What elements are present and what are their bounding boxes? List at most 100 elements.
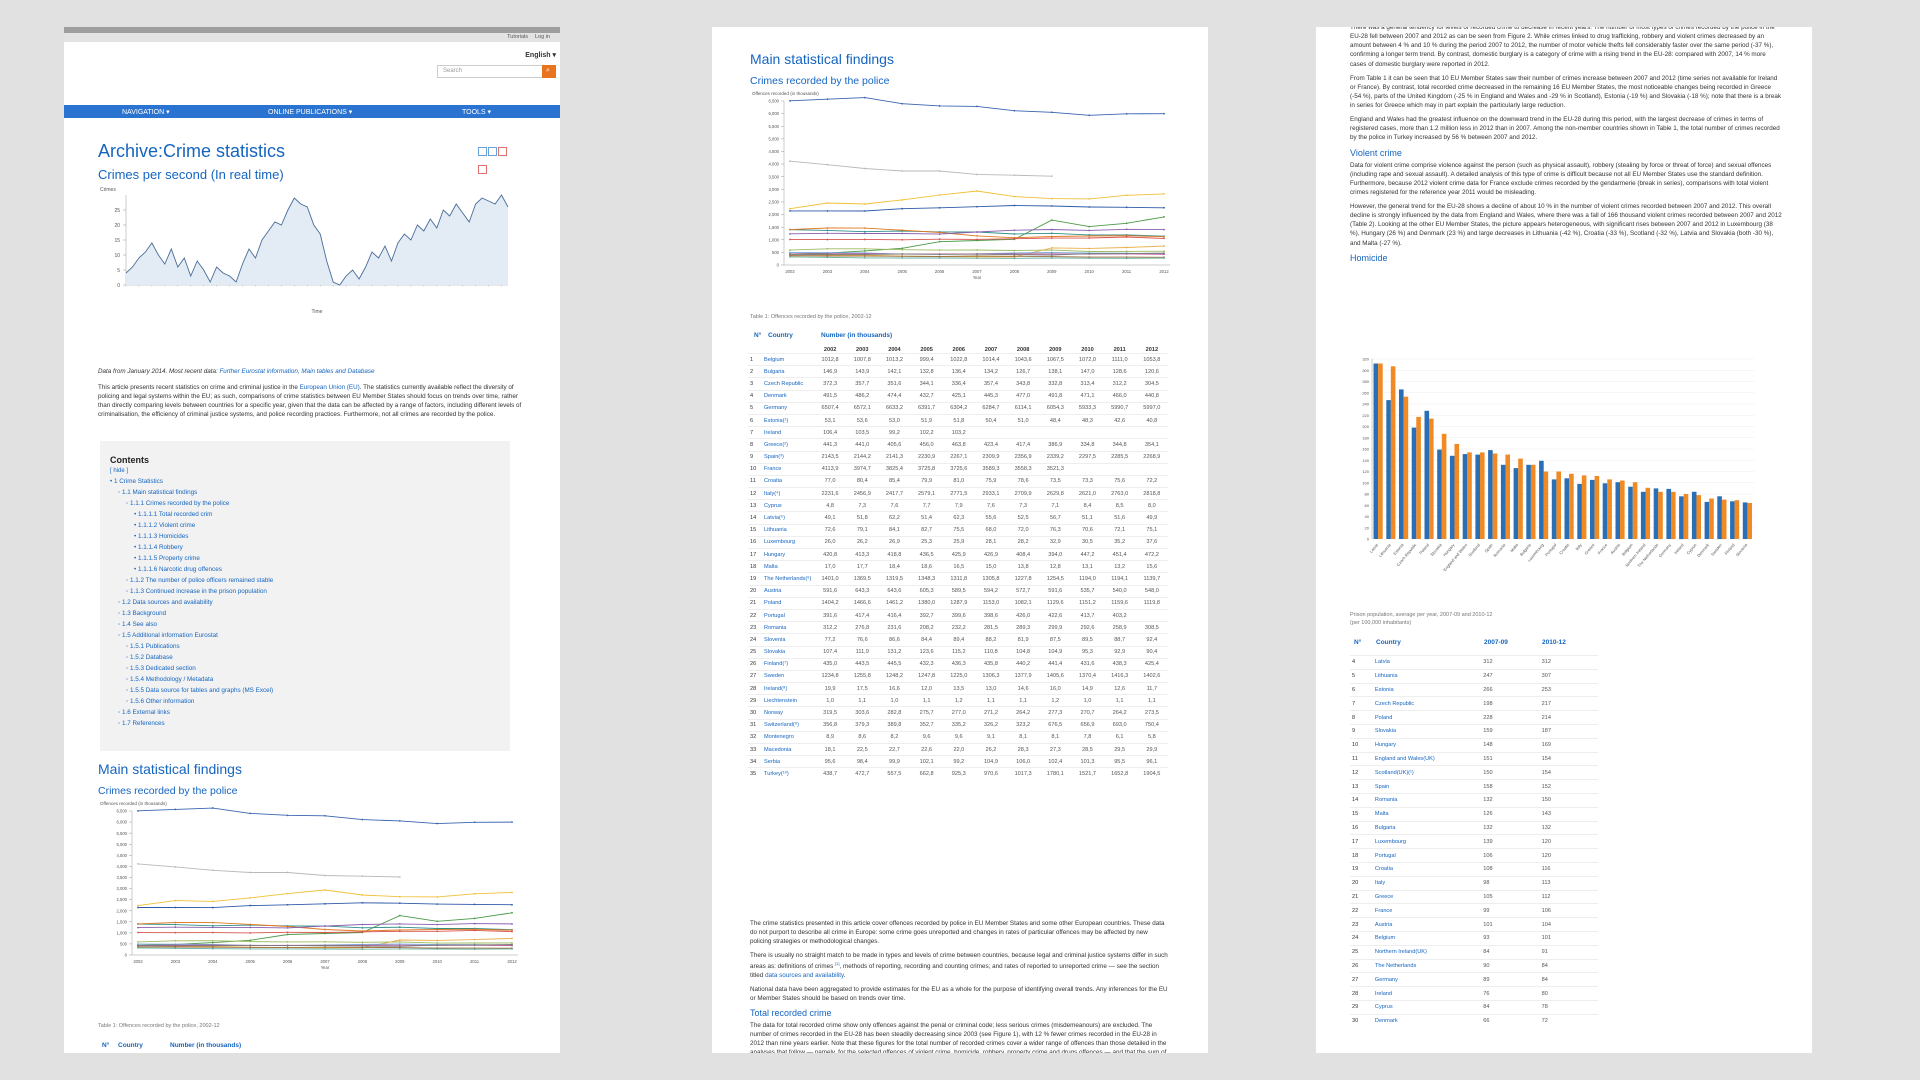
offences-point — [976, 253, 978, 256]
data-sources-link[interactable]: data sources and availability — [765, 972, 844, 979]
value-cell: 6,1 — [1115, 734, 1124, 741]
offences-xtick-label: 2009 — [1047, 269, 1057, 274]
offences-xtick-label: 2005 — [246, 959, 256, 964]
contents-item[interactable]: ◦ 1.6 External links — [110, 707, 273, 718]
row-number: 15 — [750, 527, 757, 534]
search-button[interactable]: ⌕ — [542, 65, 556, 78]
search-input[interactable]: Search — [437, 65, 543, 78]
nav-tools[interactable]: TOOLS ▾ — [462, 108, 491, 116]
offences-point — [211, 931, 214, 934]
offences-point — [938, 233, 941, 235]
value-cell: 123,6 — [919, 649, 934, 656]
table-row: 30 Norway 319,5 303,6 282,8 275,7 277,0 271,2 26… — [748, 706, 1168, 719]
table-row: 13 Cyprus 4,8 7,3 7,6 7,7 7,9 7,6 7,3 7,1 8,4 8,5 8,… — [748, 499, 1168, 512]
nav-navigation[interactable]: NAVIGATION ▾ — [122, 108, 170, 116]
language-selector[interactable]: English ▾ — [525, 51, 556, 59]
value-cell: 72,1 — [1114, 527, 1126, 534]
value-cell: 8,9 — [826, 734, 834, 741]
value-cell: 138,1 — [1048, 368, 1063, 375]
contents-item[interactable]: ◦ 1.1.2 The number of police officers re… — [110, 575, 273, 586]
value-cell: 456,0 — [919, 441, 934, 448]
offences-point — [826, 247, 829, 250]
offences-point — [976, 257, 978, 260]
value-cell: 72,2 — [1146, 478, 1158, 485]
offences-point — [976, 238, 978, 241]
value-cell: 72 — [1541, 1018, 1548, 1025]
offences-ylabel: Offences recorded (in thousands) — [752, 91, 819, 96]
contents-item[interactable]: ◦ 1.3 Background — [110, 608, 273, 619]
rss-icon[interactable] — [478, 165, 487, 174]
value-cell: 6284,7 — [982, 405, 1000, 412]
pdf-icon[interactable] — [488, 147, 497, 156]
value-cell: 98 — [1483, 880, 1490, 887]
contents-item[interactable]: ◦ 1.5.4 Methodology / Metadata — [110, 674, 273, 685]
offences-point — [1125, 206, 1128, 209]
contents-item[interactable]: • 1.1.1.4 Robbery — [110, 542, 273, 553]
contents-item[interactable]: ◦ 1.7 References — [110, 718, 273, 729]
contents-item[interactable]: • 1.1.1.5 Property crime — [110, 553, 273, 564]
value-cell: 535,7 — [1080, 588, 1095, 595]
value-cell: 1402,6 — [1143, 673, 1161, 680]
tutorials-link[interactable]: Tutorials — [507, 34, 528, 40]
offences-point — [286, 944, 289, 947]
contents-item[interactable]: ◦ 1.1.1 Crimes recorded by the police — [110, 498, 273, 509]
value-cell: 84 — [1483, 949, 1490, 956]
share-icon[interactable] — [498, 147, 507, 156]
contents-item[interactable]: ◦ 1.5 Additional information Eurostat — [110, 630, 273, 641]
contents-item[interactable]: • 1.1.1.1 Total recorded crim — [110, 509, 273, 520]
print-icon[interactable] — [478, 147, 487, 156]
eu-link[interactable]: European Union (EU) — [300, 384, 360, 391]
value-cell: 386,9 — [1048, 441, 1063, 448]
value-cell: 3725,8 — [918, 466, 936, 473]
offences-point — [789, 232, 791, 235]
contents-item[interactable]: • 1.1.1.6 Narcotic drug offences — [110, 564, 273, 575]
contents-item[interactable]: ◦ 1.1 Main statistical findings — [110, 487, 273, 498]
contents-item[interactable]: • 1.1.1.3 Homicides — [110, 531, 273, 542]
country-cell: Finland(⁷) — [764, 661, 789, 668]
contents-item[interactable]: ◦ 1.5.2 Database — [110, 652, 273, 663]
value-cell: 15,6 — [1146, 563, 1158, 570]
offences-point — [324, 925, 326, 927]
value-cell: 6054,3 — [1046, 405, 1064, 412]
table-row: 24 Slovenia 77,2 76,6 86,6 84,4 89,4 88,2 81,9 87… — [748, 633, 1168, 646]
offences-point — [826, 229, 829, 232]
table-row: 22 Portugal 391,6 417,4 416,4 392,7 399,6 398,6… — [748, 609, 1168, 621]
bar-b — [1632, 482, 1638, 539]
table-row: 23 Romania 312,2 276,8 231,6 208,2 232,2 281,5 2… — [748, 621, 1168, 634]
contents-item[interactable]: ◦ 1.2 Data sources and availability — [110, 597, 273, 608]
contents-item[interactable]: ◦ 1.1.3 Continued increase in the prison… — [110, 586, 273, 597]
nav-online-publications[interactable]: ONLINE PUBLICATIONS ▾ — [268, 108, 352, 116]
contents-item[interactable]: ◦ 1.4 See also — [110, 619, 273, 630]
offences-ytick-label: 500 — [120, 942, 128, 947]
offences-point — [511, 821, 513, 824]
value-cell: 2231,6 — [821, 490, 839, 497]
value-cell: 113 — [1541, 880, 1551, 887]
table-row: 11 England and Wales(UK) 151 154 — [1350, 752, 1598, 766]
data-note-link[interactable]: Further Eurostat information, Main table… — [219, 368, 374, 375]
value-cell: 25,3 — [921, 539, 933, 546]
country-cell: Germany — [1374, 976, 1398, 983]
value-cell: 2709,9 — [1014, 490, 1032, 497]
contents-item[interactable]: • 1 Crime Statistics — [110, 476, 273, 487]
contents-item[interactable]: ◦ 1.5.1 Publications — [110, 641, 273, 652]
offences-point — [1088, 229, 1091, 232]
contents-item[interactable]: ◦ 1.5.6 Other information — [110, 696, 273, 707]
violent-crime-heading: Violent crime — [1350, 147, 1402, 158]
country-cell: Turkey(¹⁰) — [764, 770, 789, 777]
row-number: 19 — [1352, 866, 1359, 873]
contents-item[interactable]: • 1.1.1.2 Violent crime — [110, 520, 273, 531]
value-cell: 99,2 — [888, 429, 900, 436]
row-number: 14 — [750, 515, 757, 522]
homicide-bar-chart: 0 20 40 60 80 100 120 140 160 180 200 220 240 260 280 3… — [1362, 357, 1754, 572]
value-cell: 1248,2 — [885, 673, 903, 680]
login-link[interactable]: Log in — [535, 34, 550, 40]
contents-item[interactable]: ◦ 1.5.3 Dedicated section — [110, 663, 273, 674]
contents-hide-toggle[interactable]: [ hide ] — [110, 468, 128, 474]
offences-point — [436, 903, 439, 905]
country-cell: Malta — [1374, 811, 1389, 818]
value-cell: 143,9 — [855, 368, 870, 375]
value-cell: 351,6 — [887, 380, 902, 387]
value-cell: 8,5 — [1115, 502, 1124, 509]
offences-point — [826, 227, 829, 229]
contents-item[interactable]: ◦ 1.5.5 Data source for tables and graph… — [110, 685, 273, 696]
